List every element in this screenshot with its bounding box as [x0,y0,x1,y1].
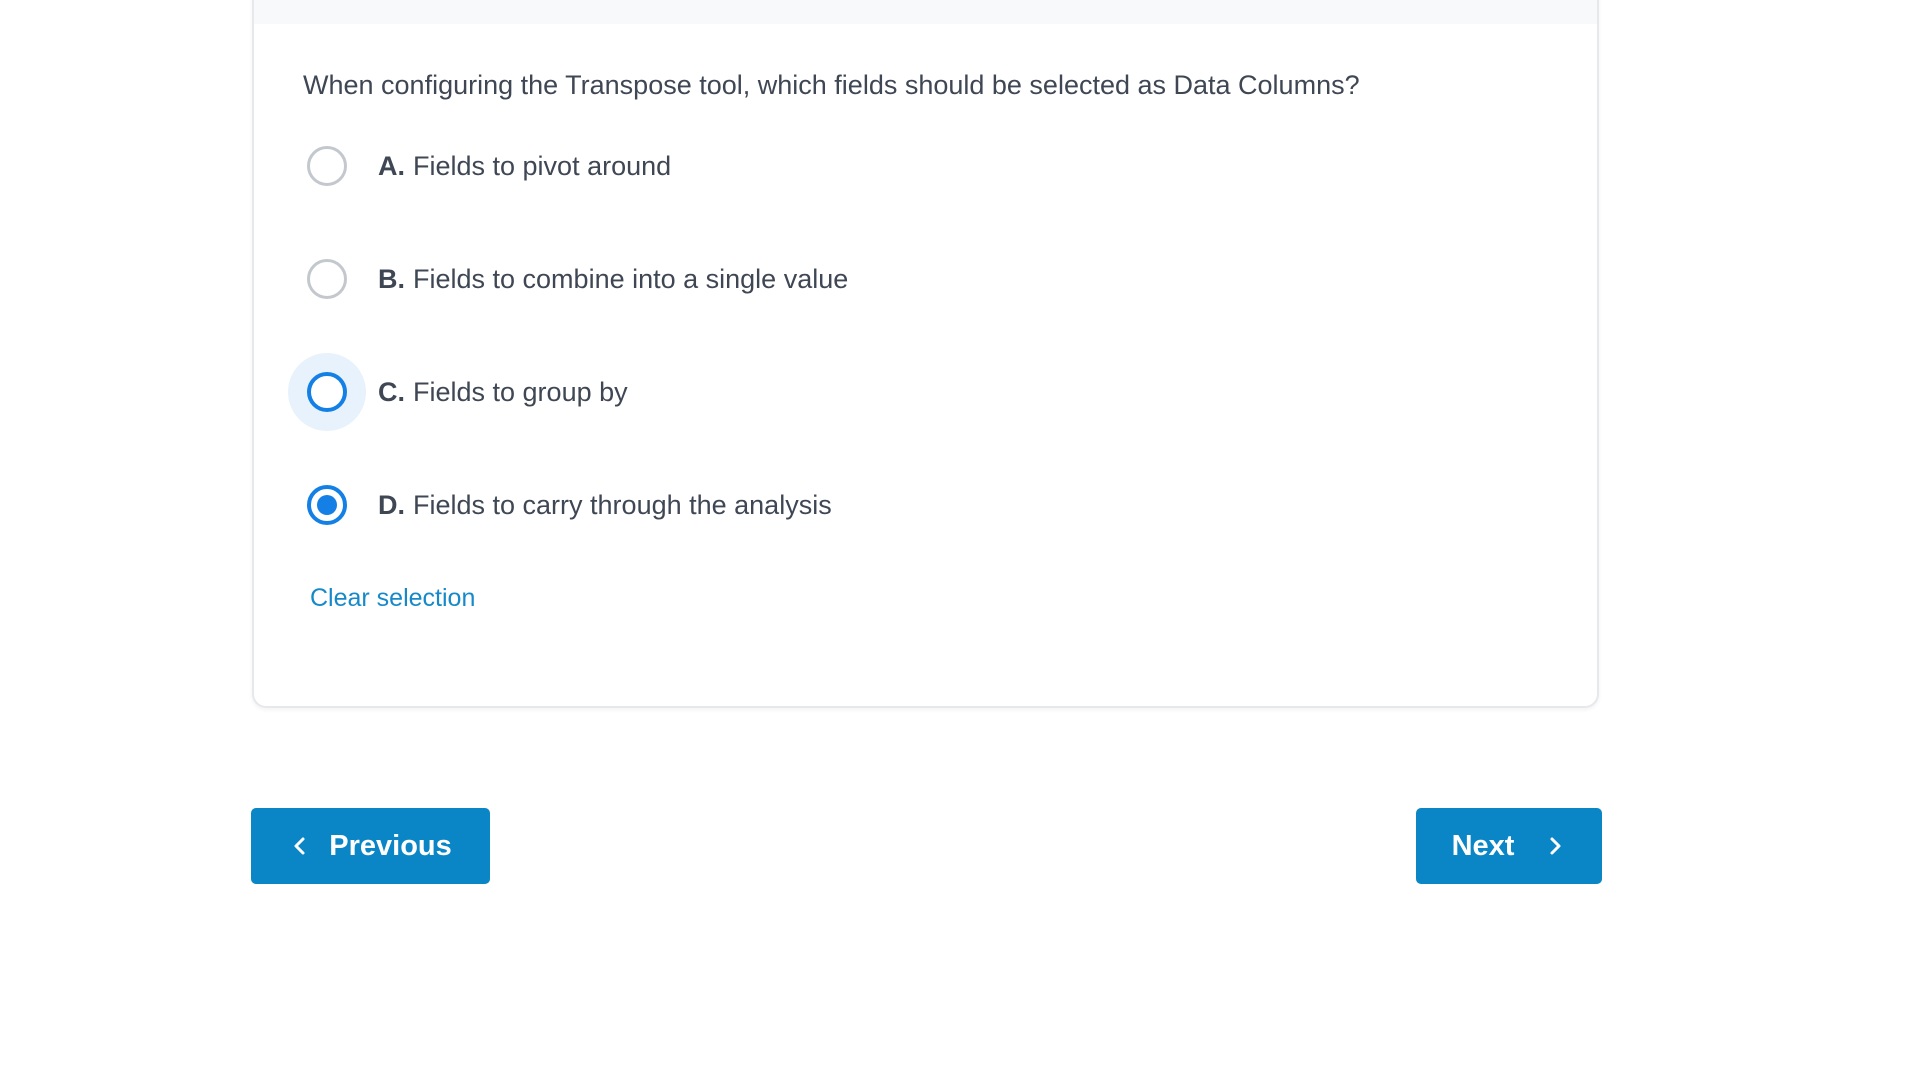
option-d-radio[interactable] [307,485,347,525]
option-a-letter: A. [378,150,405,181]
option-c-radio[interactable] [307,372,347,412]
option-d-text: Fields to carry through the analysis [413,489,832,520]
option-a-text: Fields to pivot around [413,150,672,181]
clear-selection-link[interactable]: Clear selection [310,584,475,613]
option-b-text: Fields to combine into a single value [413,263,849,294]
option-d[interactable]: D. Fields to carry through the analysis [288,465,832,545]
option-a[interactable]: A. Fields to pivot around [288,126,671,206]
option-a-label[interactable]: A. Fields to pivot around [378,151,671,182]
option-a-radio[interactable] [307,146,347,186]
question-text: When configuring the Transpose tool, whi… [303,70,1360,100]
previous-button[interactable]: Previous [251,808,490,884]
option-b[interactable]: B. Fields to combine into a single value [288,239,848,319]
option-b-label[interactable]: B. Fields to combine into a single value [378,264,848,295]
option-d-letter: D. [378,489,405,520]
option-d-radio-wrap[interactable] [288,466,366,544]
option-c-radio-wrap[interactable] [288,353,366,431]
option-b-letter: B. [378,263,405,294]
option-c[interactable]: C. Fields to group by [288,352,628,432]
card-header-strip [254,0,1597,24]
chevron-right-icon [1544,835,1566,857]
next-button-label: Next [1451,829,1515,862]
option-c-text: Fields to group by [413,376,628,407]
previous-button-label: Previous [329,829,452,862]
option-c-letter: C. [378,376,405,407]
chevron-left-icon [289,835,311,857]
option-c-label[interactable]: C. Fields to group by [378,377,628,408]
option-d-radio-dot [317,495,337,515]
next-button[interactable]: Next [1416,808,1602,884]
option-b-radio[interactable] [307,259,347,299]
question-card: When configuring the Transpose tool, whi… [252,0,1599,708]
option-d-label[interactable]: D. Fields to carry through the analysis [378,490,832,521]
option-b-radio-wrap[interactable] [288,240,366,318]
option-a-radio-wrap[interactable] [288,127,366,205]
